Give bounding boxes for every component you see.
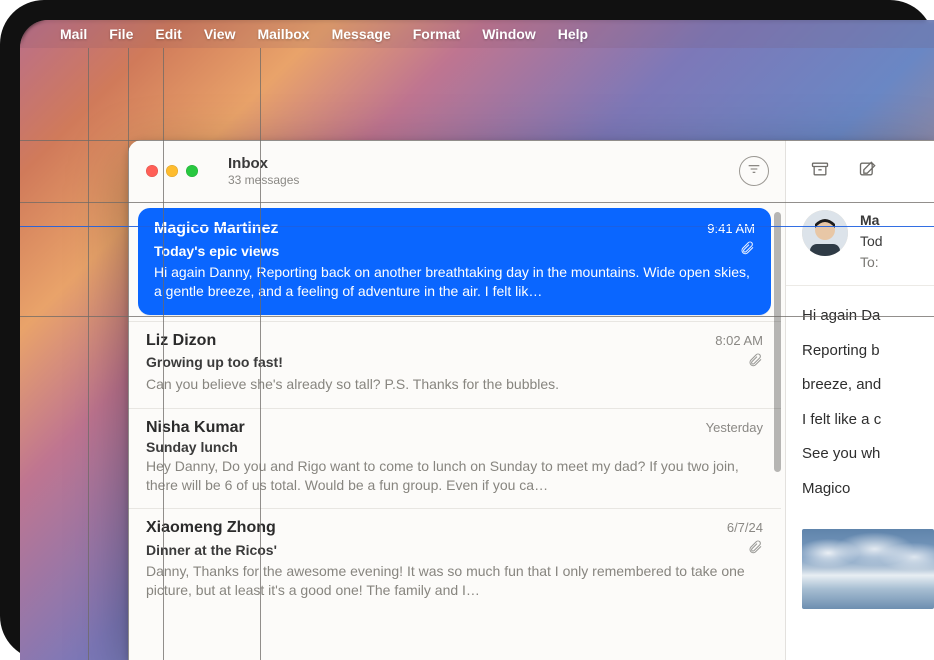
message-preview: Hi again Danny, Reporting back on anothe… bbox=[154, 263, 755, 301]
scrollbar-thumb[interactable] bbox=[774, 212, 781, 472]
message-list-pane: Inbox 33 messages Magico Martinez 9:41 AM… bbox=[128, 140, 786, 660]
menubar-item-help[interactable]: Help bbox=[558, 26, 588, 42]
menubar-item-view[interactable]: View bbox=[204, 26, 236, 42]
message-body-line: Hi again Da bbox=[802, 302, 934, 331]
message-body-line: Magico bbox=[802, 475, 934, 504]
message-subject: Today's epic views bbox=[154, 243, 279, 259]
menubar-item-message[interactable]: Message bbox=[332, 26, 391, 42]
message-time: 9:41 AM bbox=[707, 221, 755, 236]
message-preview: Hey Danny, Do you and Rigo want to come … bbox=[146, 457, 763, 495]
reading-toolbar bbox=[786, 140, 934, 202]
message-header: Ma Tod To: bbox=[786, 202, 934, 286]
filter-button[interactable] bbox=[739, 156, 769, 186]
mail-window: Inbox 33 messages Magico Martinez 9:41 AM… bbox=[128, 140, 934, 660]
message-body-line: See you wh bbox=[802, 440, 934, 469]
message-row[interactable]: Xiaomeng Zhong 6/7/24 Dinner at the Ricos'… bbox=[128, 508, 781, 614]
reader-subject: Tod bbox=[860, 231, 883, 252]
menubar-item-mailbox[interactable]: Mailbox bbox=[257, 26, 309, 42]
message-subject: Growing up too fast! bbox=[146, 354, 283, 370]
message-row[interactable]: Nisha Kumar Yesterday Sunday lunch Hey Dann… bbox=[128, 408, 781, 509]
reader-to: To: bbox=[860, 252, 883, 273]
attachment-icon bbox=[739, 240, 755, 261]
message-time: 6/7/24 bbox=[727, 520, 763, 535]
attachment-icon bbox=[747, 539, 763, 560]
message-sender: Liz Dizon bbox=[146, 332, 216, 350]
message-row[interactable]: Liz Dizon 8:02 AM Growing up too fast! Can … bbox=[128, 321, 781, 408]
menubar-app[interactable]: Mail bbox=[60, 26, 87, 42]
message-list[interactable]: Magico Martinez 9:41 AM Today's epic views… bbox=[128, 202, 785, 660]
reading-pane: Ma Tod To: Hi again Da Reporting b breeze,… bbox=[786, 140, 934, 660]
message-body: Hi again Da Reporting b breeze, and I felt … bbox=[786, 286, 934, 521]
mailbox-title: Inbox bbox=[228, 155, 725, 172]
close-window-button[interactable] bbox=[146, 165, 158, 177]
menubar-item-format[interactable]: Format bbox=[413, 26, 460, 42]
message-sender: Xiaomeng Zhong bbox=[146, 519, 276, 537]
filter-icon bbox=[746, 161, 762, 182]
message-subject: Dinner at the Ricos' bbox=[146, 542, 277, 558]
mailbox-subtitle: 33 messages bbox=[228, 173, 725, 187]
reader-sender: Ma bbox=[860, 210, 883, 231]
archive-icon[interactable] bbox=[808, 159, 832, 184]
message-body-line: Reporting b bbox=[802, 337, 934, 366]
menubar: Mail File Edit View Mailbox Message Form… bbox=[20, 20, 934, 48]
attachment-icon bbox=[747, 352, 763, 373]
window-controls bbox=[146, 165, 198, 177]
message-time: 8:02 AM bbox=[715, 333, 763, 348]
menubar-item-edit[interactable]: Edit bbox=[155, 26, 181, 42]
message-time: Yesterday bbox=[706, 420, 763, 435]
menubar-item-file[interactable]: File bbox=[109, 26, 133, 42]
message-sender: Nisha Kumar bbox=[146, 419, 245, 437]
attachment-image[interactable] bbox=[802, 529, 934, 609]
sender-avatar[interactable] bbox=[802, 210, 848, 256]
message-sender: Magico Martinez bbox=[154, 220, 278, 238]
message-row[interactable]: Magico Martinez 9:41 AM Today's epic views… bbox=[138, 208, 771, 315]
message-preview: Danny, Thanks for the awesome evening! I… bbox=[146, 562, 763, 600]
message-preview: Can you believe she's already so tall? P… bbox=[146, 375, 763, 394]
message-body-line: I felt like a c bbox=[802, 406, 934, 435]
zoom-window-button[interactable] bbox=[186, 165, 198, 177]
list-toolbar: Inbox 33 messages bbox=[128, 140, 785, 202]
message-subject: Sunday lunch bbox=[146, 439, 238, 455]
compose-icon[interactable] bbox=[856, 159, 880, 184]
minimize-window-button[interactable] bbox=[166, 165, 178, 177]
message-body-line: breeze, and bbox=[802, 371, 934, 400]
menubar-item-window[interactable]: Window bbox=[482, 26, 536, 42]
